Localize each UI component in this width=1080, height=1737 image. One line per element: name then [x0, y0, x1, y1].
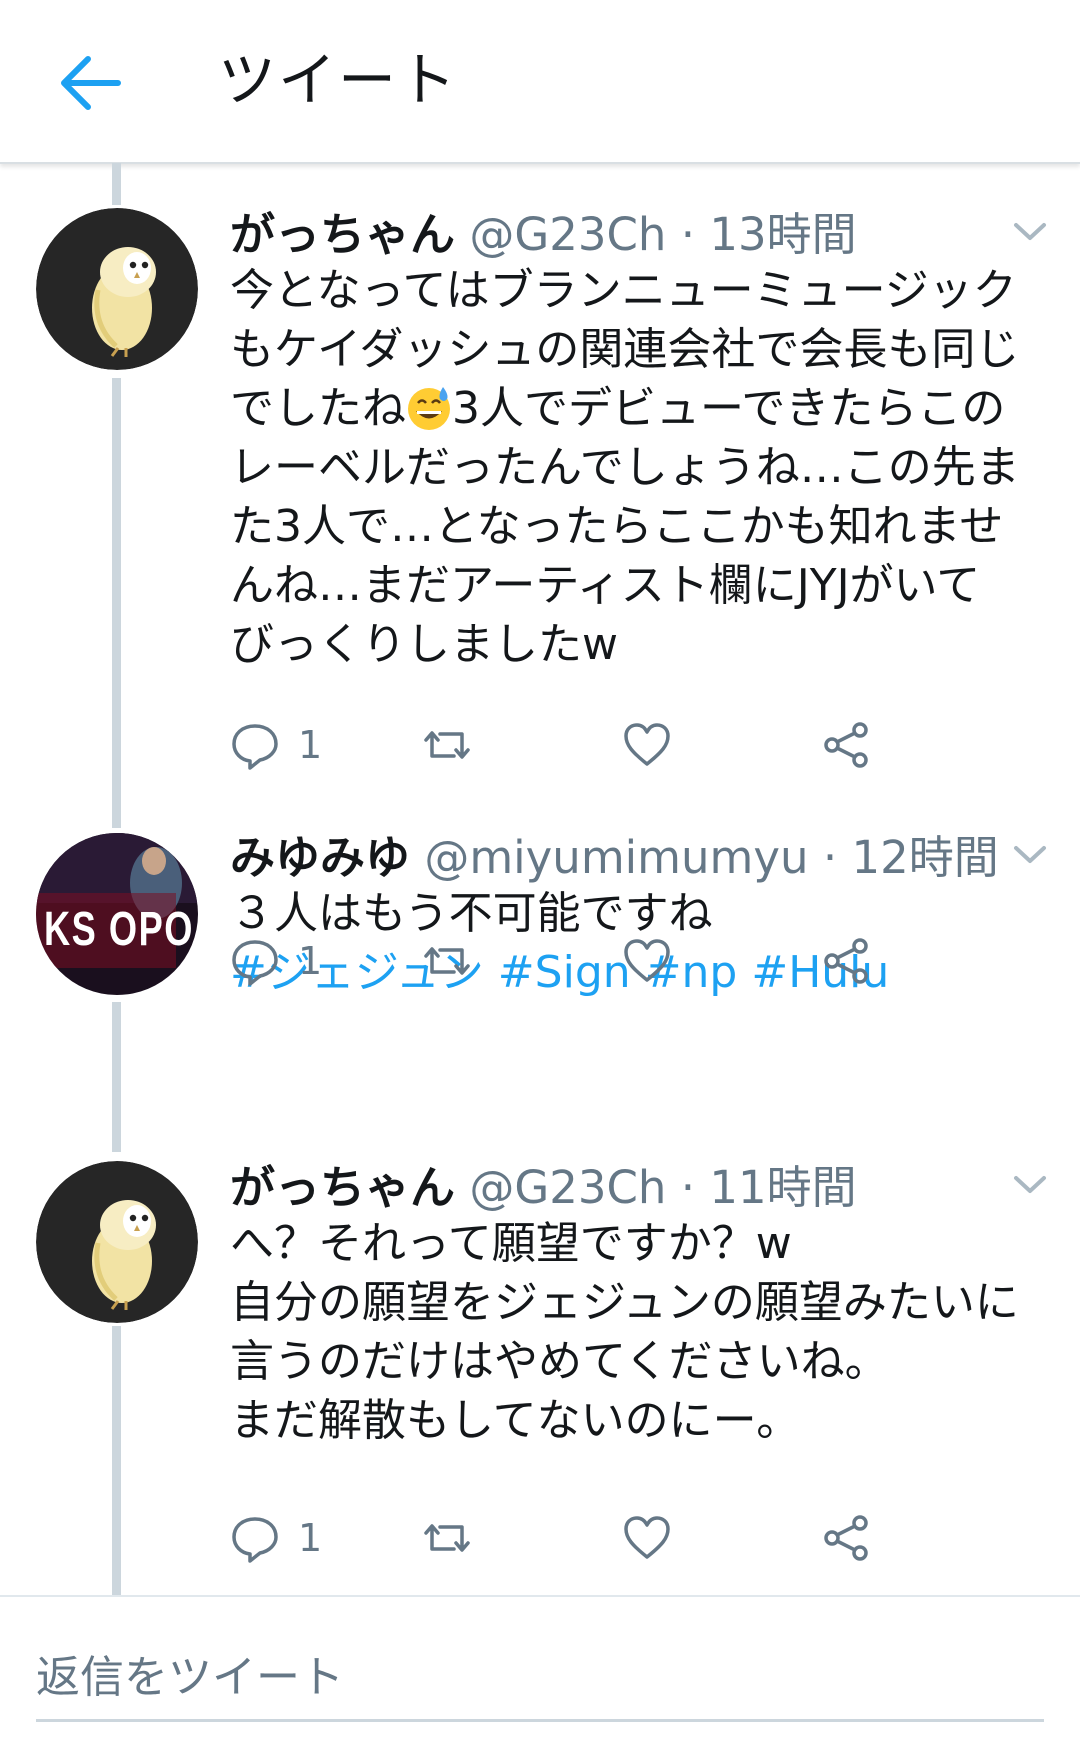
timestamp[interactable]: 13時間	[709, 208, 856, 261]
tweet-header: みゆみゆ @miyumimumyu · 12時間	[230, 828, 999, 888]
like-button[interactable]	[622, 931, 672, 991]
like-button[interactable]	[622, 715, 672, 775]
text-line: レーベルだったんでしょうね…この先ま	[230, 442, 1020, 493]
retweet-icon	[424, 947, 470, 975]
separator: ·	[680, 208, 696, 261]
grinning-sweat-emoji-icon	[408, 387, 450, 430]
page-title: ツイート	[218, 46, 459, 114]
reply-button[interactable]: 1	[230, 715, 322, 775]
heart-icon	[624, 939, 670, 982]
text-line: た3人で…となったらここかも知れませ	[230, 501, 1004, 552]
chevron-down-icon[interactable]	[1012, 842, 1048, 866]
tweet-actions: 1	[230, 931, 970, 991]
tweet[interactable]: がっちゃん @G23Ch · 11時間 へ？それって願望ですか？w 自分の願望を…	[0, 1158, 1080, 1578]
like-button[interactable]	[622, 1508, 672, 1568]
text-line: 言うのだけはやめてくださいね。	[230, 1336, 889, 1387]
separator: ·	[680, 1161, 696, 1214]
heart-icon	[624, 1516, 670, 1559]
reply-button[interactable]: 1	[230, 1508, 322, 1568]
share-icon	[824, 722, 868, 768]
tweet-actions: 1	[230, 1508, 970, 1568]
reply-composer[interactable]: 返信をツイート	[0, 1595, 1080, 1737]
retweet-icon	[424, 731, 470, 759]
reply-input[interactable]: 返信をツイート	[36, 1641, 344, 1705]
owl-avatar-icon	[36, 1161, 198, 1323]
share-icon	[824, 938, 868, 984]
tweet[interactable]: がっちゃん @G23Ch · 13時間 今となってはブランニューミュージック も…	[0, 205, 1080, 785]
display-name[interactable]: がっちゃん	[230, 208, 455, 261]
reply-icon	[232, 724, 278, 770]
text-line: まだ解散もしてないのにー。	[230, 1395, 801, 1446]
text-line: 自分の願望をジェジュンの願望みたいに	[230, 1277, 1019, 1328]
retweet-button[interactable]	[422, 715, 472, 775]
reply-count: 1	[298, 939, 323, 983]
avatar-text: KS OPO	[44, 903, 194, 956]
retweet-button[interactable]	[422, 1508, 472, 1568]
user-handle[interactable]: @G23Ch	[469, 208, 666, 261]
retweet-icon	[424, 1524, 470, 1552]
reply-icon	[232, 940, 278, 986]
user-handle[interactable]: @G23Ch	[469, 1161, 666, 1214]
text-line: もケイダッシュの関連会社で会長も同じ	[230, 324, 1020, 375]
reply-count: 1	[298, 1516, 323, 1560]
reply-button[interactable]: 1	[230, 931, 322, 991]
share-button[interactable]	[822, 715, 872, 775]
chevron-down-icon[interactable]	[1012, 219, 1048, 243]
reply-count: 1	[298, 723, 323, 767]
owl-avatar-icon	[36, 208, 198, 370]
timestamp[interactable]: 12時間	[851, 831, 998, 884]
user-handle[interactable]: @miyumimumyu	[424, 831, 808, 884]
arrow-left-icon[interactable]	[56, 48, 126, 118]
text-segment: でしたね	[230, 383, 406, 434]
separator: ·	[822, 831, 838, 884]
text-line: んね…まだアーティスト欄にJYJがいて	[230, 560, 981, 611]
heart-icon	[624, 723, 670, 766]
share-icon	[824, 1515, 868, 1561]
reply-icon	[232, 1517, 278, 1563]
photo-avatar-icon: KS OPO	[36, 833, 198, 995]
thread-line	[112, 163, 121, 205]
tweet-header: がっちゃん @G23Ch · 13時間	[230, 205, 857, 265]
chevron-down-icon[interactable]	[1012, 1172, 1048, 1196]
timestamp[interactable]: 11時間	[709, 1161, 856, 1214]
retweet-button[interactable]	[422, 931, 472, 991]
avatar[interactable]: KS OPO	[36, 833, 198, 995]
avatar[interactable]	[36, 1161, 198, 1323]
tweet-text: 今となってはブランニューミュージック もケイダッシュの関連会社で会長も同じ でし…	[230, 261, 1060, 674]
tweet-actions: 1	[230, 715, 970, 775]
display-name[interactable]: みゆみゆ	[230, 831, 410, 884]
display-name[interactable]: がっちゃん	[230, 1161, 455, 1214]
tweet-header: がっちゃん @G23Ch · 11時間	[230, 1158, 857, 1218]
avatar[interactable]	[36, 208, 198, 370]
share-button[interactable]	[822, 931, 872, 991]
text-segment: 3人でデビューできたらこの	[452, 383, 1006, 434]
text-line: びっくりしましたw	[230, 619, 618, 670]
top-bar: ツイート	[0, 0, 1080, 164]
input-underline	[36, 1719, 1044, 1722]
tweet[interactable]: KS OPO みゆみゆ @miyumimumyu · 12時間 ３人はもう不可能…	[0, 828, 1080, 1128]
text-line: へ？それって願望ですか？w	[230, 1218, 792, 1269]
share-button[interactable]	[822, 1508, 872, 1568]
text-line: 今となってはブランニューミュージック	[230, 265, 1017, 316]
tweet-text: へ？それって願望ですか？w 自分の願望をジェジュンの願望みたいに 言うのだけはや…	[230, 1214, 1060, 1450]
text-line: でしたね 3人でデビューできたらこの	[230, 379, 1060, 438]
